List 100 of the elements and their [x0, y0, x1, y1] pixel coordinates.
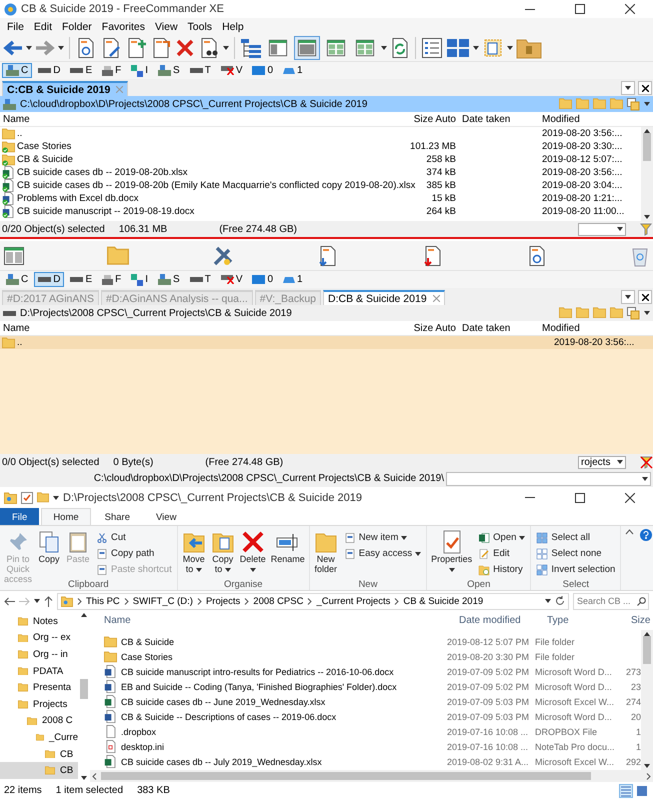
column-header[interactable]: Date modified [457, 615, 545, 626]
tab-menu-button[interactable] [621, 81, 635, 95]
tree-item[interactable]: Notes [0, 613, 78, 630]
drive-button[interactable]: V [216, 63, 246, 78]
scrollbar-thumb[interactable] [643, 133, 651, 161]
menu-item[interactable]: Folder [57, 20, 97, 32]
ribbon-button[interactable]: Copy to [210, 528, 236, 574]
ribbon-button[interactable]: New folder [312, 528, 339, 574]
maximize-icon[interactable] [575, 4, 585, 14]
column-header[interactable]: Modified [539, 114, 583, 124]
caret-icon[interactable] [223, 46, 229, 50]
column-header[interactable]: Name [0, 114, 33, 124]
caret-icon[interactable] [53, 496, 59, 500]
tree-view-icon[interactable] [240, 37, 262, 59]
column-header[interactable]: Size [629, 615, 653, 626]
ribbon-button[interactable]: Delete [238, 528, 267, 574]
breadcrumb-item[interactable]: 2008 CPSC [253, 596, 304, 606]
column-header[interactable]: Name [0, 322, 33, 334]
menu-item[interactable]: Favorites [96, 20, 150, 32]
ribbon-button[interactable]: Copy [36, 528, 62, 564]
tree-item[interactable]: CB [0, 762, 78, 779]
tree-item[interactable]: Org -- ex [0, 630, 78, 646]
drive-button[interactable]: E [66, 63, 96, 78]
column-header[interactable]: Modified [539, 322, 583, 334]
tiles-icon[interactable] [446, 38, 470, 58]
drive-button[interactable]: 1 [279, 63, 307, 78]
close-icon[interactable] [642, 84, 648, 92]
edit-frame-icon[interactable] [482, 37, 504, 59]
tree-item[interactable]: _Curre [0, 729, 78, 746]
command-line-field[interactable] [446, 472, 651, 486]
drive-button[interactable]: S [154, 63, 184, 78]
drive-button[interactable]: 0 [248, 272, 278, 287]
menu-item[interactable]: Help [217, 20, 249, 32]
breadcrumb-item[interactable]: Projects [206, 596, 240, 606]
ribbon-button[interactable]: Move to [180, 528, 207, 574]
ribbon-button[interactable]: Properties [430, 528, 474, 574]
help-icon[interactable] [640, 529, 652, 541]
column-header[interactable]: Name [102, 615, 457, 626]
caret-icon[interactable] [644, 102, 650, 106]
ribbon-tab[interactable]: Home [41, 508, 91, 525]
drive-button[interactable]: D [34, 63, 64, 78]
filter-field[interactable]: rojects [578, 456, 626, 468]
drive-button[interactable]: V [216, 272, 246, 287]
drive-button[interactable]: I [127, 63, 152, 78]
ribbon-button[interactable]: Open [476, 530, 528, 545]
drive-button[interactable]: S [154, 272, 184, 287]
chevron-up-icon[interactable] [625, 529, 634, 535]
column-header[interactable]: Size Auto [410, 322, 459, 334]
tab-menu-button[interactable] [621, 290, 635, 304]
caret-icon[interactable] [507, 46, 513, 50]
close-icon[interactable] [642, 294, 648, 300]
refresh-icon[interactable] [555, 596, 565, 606]
ribbon-button[interactable]: Select all [534, 530, 618, 545]
tree-item[interactable]: Org -- in [0, 646, 78, 663]
column-header[interactable]: Size Auto [410, 114, 459, 124]
scrollbar-thumb[interactable] [643, 636, 651, 664]
checkbox-icon[interactable] [21, 492, 33, 504]
tree-item[interactable]: Presenta [0, 679, 78, 696]
sync-icon[interactable] [390, 37, 410, 59]
breadcrumb-item[interactable]: CB & Suicide 2019 [403, 596, 484, 606]
drive-button[interactable]: C [2, 63, 32, 78]
address-bar[interactable]: This PC SWIFT_C (D:) Projects 2008 CPSC _Current Projects CB & Suicide 2019 [57, 592, 569, 610]
drive-button[interactable]: I [127, 272, 152, 287]
drive-button[interactable]: T [186, 63, 215, 78]
ribbon-button[interactable]: Select none [534, 546, 618, 561]
scrollbar-thumb[interactable] [80, 679, 88, 699]
drive-button[interactable]: F [98, 272, 126, 287]
delete-icon[interactable] [175, 38, 195, 58]
caret-icon[interactable] [545, 599, 551, 603]
caret-icon[interactable] [34, 599, 40, 603]
drive-button[interactable]: F [98, 63, 126, 78]
ribbon-button[interactable]: Rename [270, 528, 306, 564]
drive-button[interactable]: T [186, 272, 215, 287]
menu-item[interactable]: Edit [28, 20, 58, 32]
column-header[interactable]: Date taken [459, 322, 514, 334]
drive-button[interactable]: D [34, 272, 64, 287]
scrollbar-thumb[interactable] [101, 772, 591, 780]
checklist-icon[interactable] [421, 37, 443, 59]
back-arrow-icon[interactable] [3, 39, 23, 57]
column-header[interactable]: Date taken [459, 114, 514, 124]
maximize-icon[interactable] [575, 492, 585, 502]
tree-item[interactable]: CB [0, 746, 78, 762]
folder-tab[interactable]: C:CB & Suicide 2019 [2, 81, 128, 96]
tree-item[interactable]: PDATA [0, 662, 78, 680]
ribbon-button[interactable]: Copy path [94, 546, 174, 561]
search-field[interactable]: Search CB ... [573, 592, 649, 610]
ribbon-button[interactable]: Edit [476, 546, 528, 561]
caret-icon[interactable] [473, 46, 479, 50]
back-arrow-icon[interactable] [4, 596, 15, 606]
up-arrow-icon[interactable] [44, 596, 53, 606]
column-header[interactable]: Type [545, 615, 629, 626]
drive-button[interactable]: E [66, 272, 96, 287]
breadcrumb-item[interactable]: This PC [86, 596, 120, 606]
menu-item[interactable]: View [150, 20, 183, 32]
ribbon-button[interactable]: Cut [94, 530, 174, 545]
drive-button[interactable]: 0 [248, 63, 278, 78]
folder-icon[interactable] [516, 37, 542, 59]
drive-button[interactable]: 1 [279, 272, 307, 287]
close-icon[interactable] [625, 492, 635, 502]
menu-item[interactable]: Tools [182, 20, 218, 32]
